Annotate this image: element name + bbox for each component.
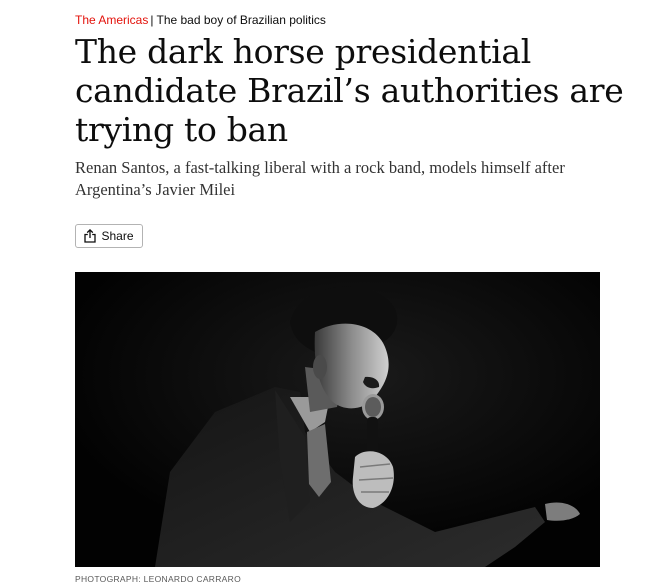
- share-icon: [84, 229, 97, 243]
- fly-title: The bad boy of Brazilian politics: [156, 13, 326, 27]
- photo-illustration: [75, 272, 600, 567]
- kicker-separator: |: [150, 13, 154, 27]
- article-kicker: The Americas | The bad boy of Brazilian po…: [75, 12, 326, 28]
- article-headline: The dark horse presidential candidate Br…: [75, 32, 624, 149]
- hero-photo: [75, 272, 600, 567]
- section-link[interactable]: The Americas: [75, 13, 148, 27]
- article-standfirst: Renan Santos, a fast-talking liberal wit…: [75, 158, 565, 199]
- share-label: Share: [101, 229, 134, 243]
- share-button[interactable]: Share: [75, 224, 143, 248]
- photo-credit: PHOTOGRAPH: LEONARDO CARRARO: [75, 574, 241, 584]
